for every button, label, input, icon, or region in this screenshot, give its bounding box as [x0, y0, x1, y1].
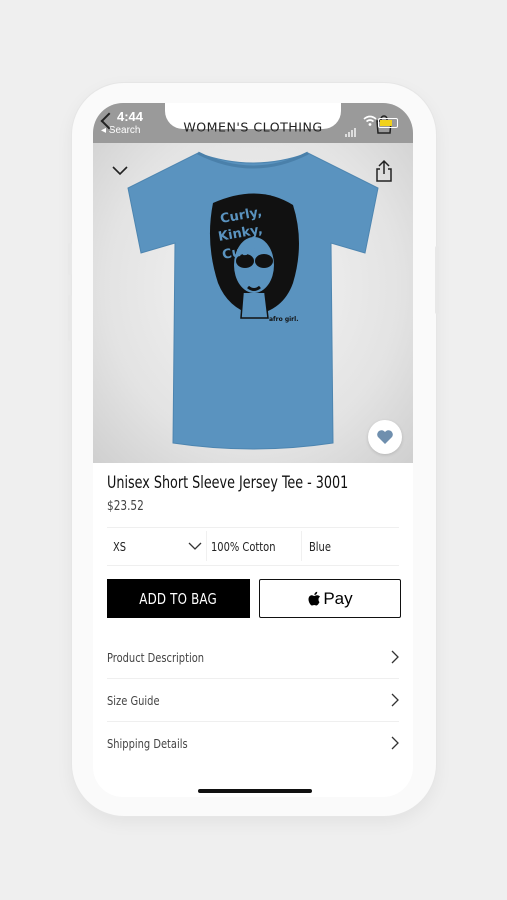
chevron-right-icon [391, 736, 399, 750]
app-screen: 4:44 ◂ Search WOMEN'S CLOTHING Curly, Ki… [93, 103, 413, 797]
product-price: $23.52 [107, 499, 144, 514]
power-button [435, 246, 439, 314]
add-to-bag-label: ADD TO BAG [139, 589, 218, 608]
row-label: Size Guide [107, 692, 160, 708]
t-shirt-image: Curly, Kinky, Cute afro girl. [127, 151, 379, 450]
product-image: Curly, Kinky, Cute afro girl. [93, 143, 413, 463]
divider [107, 721, 399, 722]
divider [107, 565, 399, 566]
row-product-description[interactable]: Product Description [107, 642, 399, 672]
option-divider [301, 531, 302, 561]
option-divider [206, 531, 207, 561]
divider [107, 527, 399, 528]
row-label: Shipping Details [107, 735, 188, 751]
battery-icon [378, 118, 398, 128]
row-shipping-details[interactable]: Shipping Details [107, 728, 399, 758]
chevron-right-icon [391, 650, 399, 664]
size-select[interactable]: XS [113, 539, 126, 554]
chevron-right-icon [391, 693, 399, 707]
chevron-down-icon[interactable] [111, 165, 129, 177]
row-label: Product Description [107, 649, 205, 665]
home-indicator[interactable] [198, 789, 312, 793]
heart-icon [377, 430, 393, 444]
material-option: 100% Cotton [211, 539, 276, 554]
volume-up-button [68, 295, 72, 341]
divider [107, 678, 399, 679]
favorite-button[interactable] [368, 420, 402, 454]
color-option[interactable]: Blue [309, 539, 331, 554]
signal-icon [345, 119, 357, 137]
chevron-down-icon[interactable] [188, 541, 202, 551]
share-icon[interactable] [374, 159, 394, 183]
row-size-guide[interactable]: Size Guide [107, 685, 399, 715]
mute-switch [68, 243, 72, 275]
apple-pay-button[interactable]: Pay [259, 579, 401, 618]
add-to-bag-button[interactable]: ADD TO BAG [107, 579, 250, 618]
apple-logo-icon [308, 591, 321, 605]
apple-pay-label: Pay [323, 588, 353, 608]
product-title: Unisex Short Sleeve Jersey Tee - 3001 [107, 473, 349, 492]
status-bar: 4:44 ◂ Search WOMEN'S CLOTHING [93, 103, 413, 143]
shirt-print-brand: afro girl. [269, 316, 298, 323]
